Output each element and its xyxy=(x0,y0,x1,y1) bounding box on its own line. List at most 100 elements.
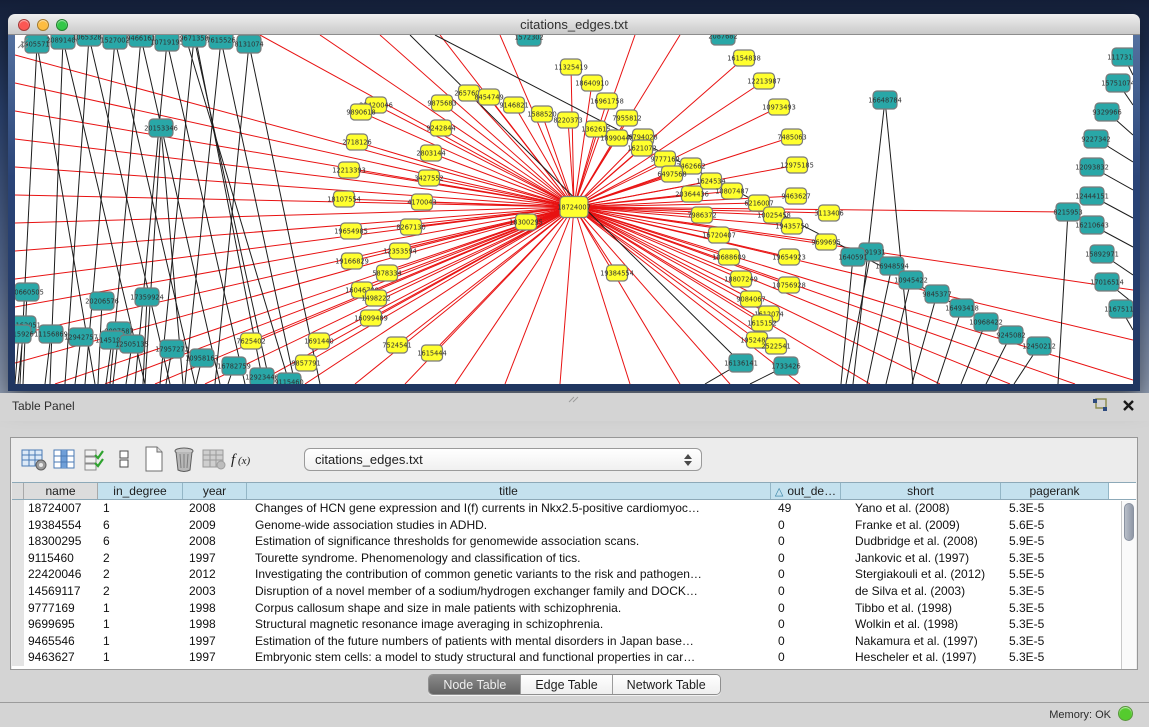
table-row[interactable]: 946554611997Estimation of the future num… xyxy=(12,633,1136,650)
dropdown-stepper-icon xyxy=(684,452,693,468)
graph-edge-red[interactable] xyxy=(15,207,574,279)
table-row[interactable]: 1872400712008Changes of HCN gene express… xyxy=(12,500,1136,517)
table-cell: 22420046 xyxy=(24,566,98,583)
table-cell: 18724007 xyxy=(24,500,98,517)
table-cell: 18300295 xyxy=(24,533,98,550)
table-settings-icon[interactable] xyxy=(19,446,49,472)
table-cell: 5.6E-5 xyxy=(1001,517,1109,534)
resize-grip-icon[interactable] xyxy=(15,35,29,49)
graph-node-label: 1362615 xyxy=(581,125,610,133)
graph-node-label: 16210643 xyxy=(1075,221,1109,229)
table-row[interactable]: 977716911998Corpus callosum shape and si… xyxy=(12,600,1136,617)
graph-node-label: 15751074 xyxy=(1101,79,1133,87)
tab-network-table[interactable]: Network Table xyxy=(613,675,720,694)
delete-icon[interactable] xyxy=(169,446,199,472)
column-header-pagerank[interactable]: pagerank xyxy=(1001,483,1109,499)
graph-node-label: 9845377 xyxy=(922,290,951,298)
table-cell: 2003 xyxy=(183,583,247,600)
table-row[interactable]: 1456911722003Disruption of a novel membe… xyxy=(12,583,1136,600)
table-selector-dropdown[interactable]: citations_edges.txt xyxy=(304,448,702,471)
graph-edge-black[interactable] xyxy=(185,35,289,382)
graph-edge-red[interactable] xyxy=(574,207,680,384)
graph-node-label: 16782759 xyxy=(217,362,251,370)
row-header-gutter xyxy=(12,483,24,499)
graph-node-label: 12213393 xyxy=(332,166,366,174)
select-column-icon[interactable] xyxy=(49,446,79,472)
graph-node-label: 20153346 xyxy=(144,124,178,132)
table-cell: 0 xyxy=(771,600,841,617)
graph-edge-red[interactable] xyxy=(361,112,574,207)
tab-node-table[interactable]: Node Table xyxy=(429,675,521,694)
column-header-short[interactable]: short xyxy=(841,483,1001,499)
table-cell: Hescheler et al. (1997) xyxy=(841,649,1001,666)
graph-node-label: 12975185 xyxy=(780,161,814,169)
table-scrollbar-thumb[interactable] xyxy=(1124,503,1134,541)
panel-divider-grip[interactable] xyxy=(568,396,580,403)
network-canvas[interactable]: 2242004698906182718126122133931810755419… xyxy=(15,35,1133,384)
tab-edge-table[interactable]: Edge Table xyxy=(521,675,612,694)
table-cell: 0 xyxy=(771,566,841,583)
table-row[interactable]: 1938455462009Genome-wide association stu… xyxy=(12,517,1136,534)
table-row[interactable]: 969969511998Structural magnetic resonanc… xyxy=(12,616,1136,633)
column-header-year[interactable]: year xyxy=(183,483,247,499)
graph-edge-black[interactable] xyxy=(141,38,220,384)
table-cell: 0 xyxy=(771,550,841,567)
graph-edge-black[interactable] xyxy=(912,294,937,384)
column-header-title[interactable]: title xyxy=(247,483,771,499)
table-cell: 1998 xyxy=(183,600,247,617)
graph-edge-red[interactable] xyxy=(560,207,574,384)
graph-edge-black[interactable] xyxy=(195,35,262,377)
row-height-icon[interactable] xyxy=(109,446,139,472)
column-header-name[interactable]: name xyxy=(24,483,98,499)
graph-node-label: 9115460 xyxy=(274,378,303,384)
float-panel-icon[interactable] xyxy=(1092,398,1108,413)
column-header-label: pagerank xyxy=(1029,484,1079,498)
table-cell: Disruption of a novel member of a sodium… xyxy=(247,583,771,600)
table-cell: Corpus callosum shape and size in male p… xyxy=(247,600,771,617)
graph-edge-black[interactable] xyxy=(885,100,913,384)
graph-edge-black[interactable] xyxy=(135,42,167,384)
row-gutter-cell xyxy=(12,583,24,600)
column-header-out_de[interactable]: △out_de… xyxy=(771,483,841,499)
row-check-icon[interactable] xyxy=(79,446,109,472)
graph-node-label: 18724007 xyxy=(557,203,591,211)
row-gutter-cell xyxy=(12,500,24,517)
graph-edge-black[interactable] xyxy=(853,100,885,384)
graph-edge-black[interactable] xyxy=(867,266,892,384)
graph-node-label: 2522541 xyxy=(761,342,790,350)
close-panel-icon[interactable] xyxy=(1122,399,1135,412)
graph-node-label: 19654985 xyxy=(334,227,368,235)
function-icon[interactable]: f(x) xyxy=(229,446,259,472)
table-row[interactable]: 1830029562008Estimation of significance … xyxy=(12,533,1136,550)
table-cell: 0 xyxy=(771,616,841,633)
table-row[interactable]: 2242004622012Investigating the contribut… xyxy=(12,566,1136,583)
table-cell: 2 xyxy=(98,566,183,583)
graph-node-label: 16648784 xyxy=(868,96,902,104)
window-titlebar[interactable]: citations_edges.txt xyxy=(8,14,1140,35)
graph-edge-black[interactable] xyxy=(937,308,962,384)
graph-node-label: 1691440 xyxy=(304,337,333,345)
table-cell: 49 xyxy=(771,500,841,517)
table-scrollbar[interactable] xyxy=(1121,501,1136,669)
graph-node-label: 9857791 xyxy=(291,359,320,367)
graph-node-label: 11173105 xyxy=(1107,53,1133,61)
svg-text:(x): (x) xyxy=(238,455,251,467)
table-cell: Franke et al. (2009) xyxy=(841,517,1001,534)
graph-node-label: 19384554 xyxy=(600,269,634,277)
import-table-icon[interactable] xyxy=(199,446,229,472)
column-header-in_degree[interactable]: in_degree xyxy=(98,483,183,499)
table-row[interactable]: 911546021997Tourette syndrome. Phenomeno… xyxy=(12,550,1136,567)
graph-edge-red[interactable] xyxy=(455,207,574,384)
graph-edge-red[interactable] xyxy=(15,111,574,207)
table-cell: 5.3E-5 xyxy=(1001,616,1109,633)
table-cell: 6 xyxy=(98,517,183,534)
graph-edge-black[interactable] xyxy=(185,40,221,384)
graph-node-label: 12353594 xyxy=(383,247,417,255)
new-document-icon[interactable] xyxy=(139,446,169,472)
graph-edge-black[interactable] xyxy=(841,257,853,384)
graph-edge-black[interactable] xyxy=(846,252,871,384)
table-row[interactable]: 946362711997Embryonic stem cells: a mode… xyxy=(12,649,1136,666)
table-cell: Genome-wide association studies in ADHD. xyxy=(247,517,771,534)
graph-node-label: 9146821 xyxy=(499,101,528,109)
graph-edge-black[interactable] xyxy=(160,38,194,384)
